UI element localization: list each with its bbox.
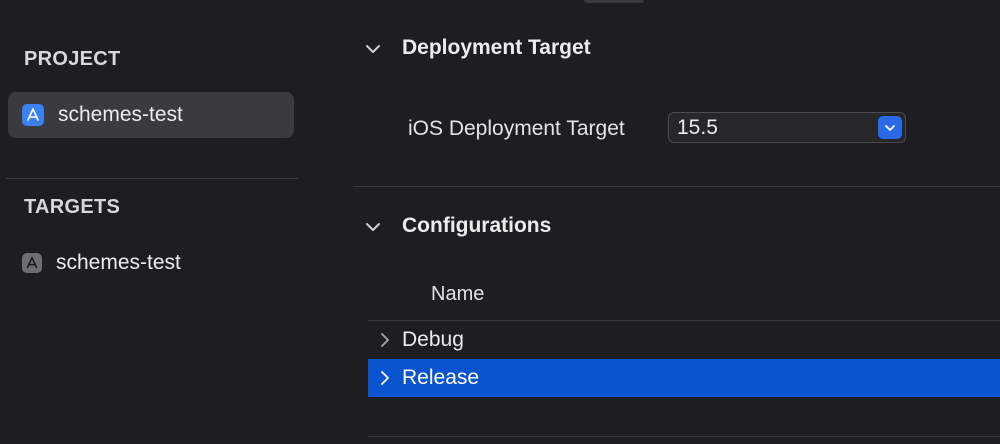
sidebar-item-project[interactable]: schemes-test (8, 92, 294, 138)
project-editor-window: PROJECT schemes-test TARGETS schemes-tes… (0, 0, 1000, 444)
ios-deployment-target-label: iOS Deployment Target (408, 117, 625, 140)
configuration-name: Debug (402, 328, 464, 351)
popup-value: 15.5 (677, 116, 718, 139)
targets-section-header: TARGETS (24, 196, 121, 218)
chevron-right-icon[interactable] (378, 332, 392, 348)
configuration-name: Release (402, 366, 480, 389)
project-navigator-sidebar: PROJECT schemes-test TARGETS schemes-tes… (0, 0, 305, 444)
configuration-row-debug[interactable]: Debug (368, 321, 1000, 359)
name-column-header[interactable]: Name (431, 283, 484, 306)
section-title: Configurations (402, 214, 552, 237)
sidebar-divider (6, 178, 298, 179)
xcode-project-icon (22, 104, 44, 126)
configurations-section-toggle[interactable]: Configurations (305, 214, 1000, 240)
chevron-down-icon[interactable] (363, 39, 383, 59)
app-target-icon (22, 253, 42, 273)
configuration-row-release[interactable]: Release (368, 359, 1000, 397)
chevron-right-icon[interactable] (378, 370, 392, 386)
chevron-down-icon[interactable] (363, 217, 383, 237)
project-section-header: PROJECT (24, 48, 121, 70)
section-title: Deployment Target (402, 36, 591, 59)
deployment-target-section-toggle[interactable]: Deployment Target (305, 36, 1000, 62)
sidebar-item-target[interactable]: schemes-test (8, 240, 294, 286)
up-down-chevron-icon[interactable] (878, 116, 902, 139)
build-settings-panel: Deployment Target iOS Deployment Target … (305, 0, 1000, 444)
section-divider (353, 186, 1000, 187)
ios-deployment-target-popup[interactable]: 15.5 (668, 112, 906, 143)
sidebar-item-label: schemes-test (58, 103, 183, 126)
table-bottom-divider (368, 436, 1000, 437)
sidebar-item-label: schemes-test (56, 251, 181, 274)
